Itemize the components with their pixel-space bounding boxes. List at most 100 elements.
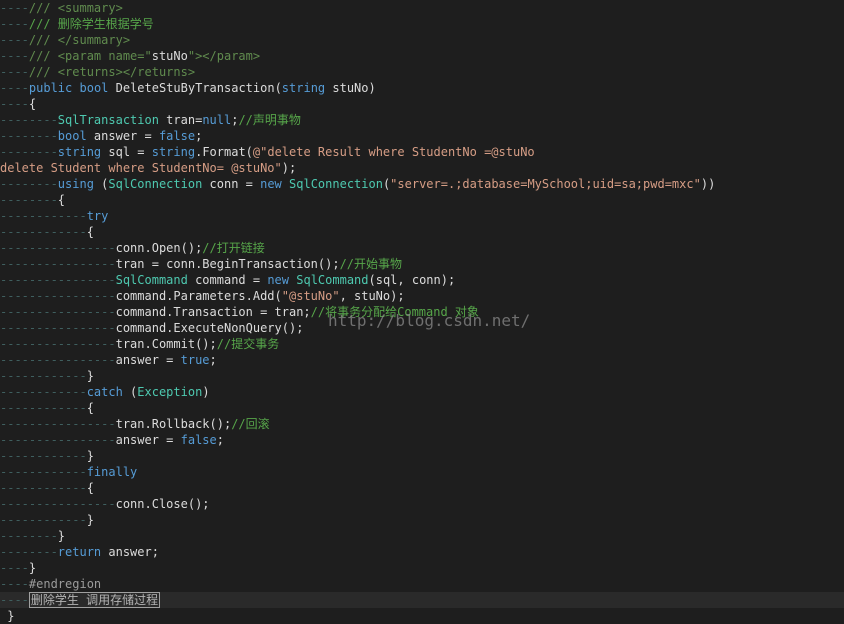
code-token: "server=.;database=MySchool;uid=sa;pwd=m… xyxy=(390,177,701,191)
indent-guide: ---------------- xyxy=(0,257,116,271)
code-token: , stuNo); xyxy=(339,289,405,303)
code-line[interactable]: ----/// <returns></returns> xyxy=(0,64,844,80)
code-line[interactable]: --------string sql = string.Format(@"del… xyxy=(0,144,844,160)
code-token: tran = conn.BeginTransaction(); xyxy=(115,257,340,271)
code-token: public xyxy=(28,81,73,95)
code-token: delete Student where StudentNo= @stuNo" xyxy=(0,161,282,175)
indent-guide: ---------------- xyxy=(0,305,116,319)
code-line[interactable]: ----------------command.Parameters.Add("… xyxy=(0,288,844,304)
code-token: ); xyxy=(281,161,297,175)
indent-guide: -------- xyxy=(0,545,58,559)
code-line[interactable]: --------return answer; xyxy=(0,544,844,560)
code-line[interactable]: ----/// <summary> xyxy=(0,0,844,16)
code-token: //声明事物 xyxy=(238,113,301,127)
indent-guide: ---- xyxy=(0,593,29,607)
indent-guide: ---------------- xyxy=(0,433,116,447)
code-line[interactable]: ----------------conn.Open();//打开链接 xyxy=(0,240,844,256)
indent-guide: -------- xyxy=(0,193,58,207)
code-token: SqlTransaction xyxy=(57,113,159,127)
code-line[interactable]: --------bool answer = false; xyxy=(0,128,844,144)
code-line[interactable]: ------------catch (Exception) xyxy=(0,384,844,400)
code-token: finally xyxy=(86,465,138,479)
code-line[interactable]: ------------{ xyxy=(0,224,844,240)
indent-guide: ---------------- xyxy=(0,273,116,287)
indent-guide: ---------------- xyxy=(0,241,116,255)
code-line[interactable]: ------------} xyxy=(0,448,844,464)
code-line[interactable]: ----------------SqlCommand command = new… xyxy=(0,272,844,288)
code-token: return xyxy=(57,545,102,559)
code-line[interactable]: ----{ xyxy=(0,96,844,112)
indent-guide: ---- xyxy=(0,81,29,95)
code-token: //打开链接 xyxy=(202,241,265,255)
code-token: //提交事务 xyxy=(216,337,280,351)
code-token: ( xyxy=(122,385,138,399)
code-token: catch xyxy=(86,385,123,399)
code-line[interactable]: ----#endregion xyxy=(0,576,844,592)
code-line[interactable]: ----------------answer = false; xyxy=(0,432,844,448)
code-line[interactable]: ------------} xyxy=(0,512,844,528)
code-token: } xyxy=(0,609,15,623)
code-token: command.ExecuteNonQuery(); xyxy=(115,321,304,335)
code-token: //回滚 xyxy=(231,417,270,431)
code-token: bool xyxy=(79,81,109,95)
code-token: answer = xyxy=(115,353,181,367)
code-line[interactable]: ----} xyxy=(0,560,844,576)
code-line[interactable]: --------SqlTransaction tran=null;//声明事物 xyxy=(0,112,844,128)
code-line[interactable]: ------------} xyxy=(0,368,844,384)
code-line[interactable]: --------{ xyxy=(0,192,844,208)
code-token: /// <param name=" xyxy=(28,49,152,63)
code-token: { xyxy=(86,481,94,495)
indent-guide: ---- xyxy=(0,49,29,63)
code-line[interactable]: ---- 删除学生 调用存储过程 xyxy=(0,592,844,608)
code-token: ) xyxy=(202,385,210,399)
code-token: new xyxy=(267,273,290,287)
code-token: command.Parameters.Add( xyxy=(115,289,282,303)
indent-guide: ---- xyxy=(0,65,29,79)
code-line[interactable]: ------------try xyxy=(0,208,844,224)
code-line[interactable]: ----------------tran.Commit();//提交事务 xyxy=(0,336,844,352)
code-token: } xyxy=(28,561,37,575)
indent-guide: ---------------- xyxy=(0,417,116,431)
indent-guide: ------------ xyxy=(0,513,87,527)
code-line[interactable]: ----------------conn.Close(); xyxy=(0,496,844,512)
code-editor[interactable]: ----/// <summary> ----/// 删除学生根据学号 ----///… xyxy=(0,0,844,623)
indent-guide: ------------ xyxy=(0,385,87,399)
code-line[interactable]: ------------{ xyxy=(0,480,844,496)
indent-guide: ---------------- xyxy=(0,497,116,511)
code-line[interactable]: delete Student where StudentNo= @stuNo")… xyxy=(0,160,844,176)
code-line[interactable]: --------} xyxy=(0,528,844,544)
code-line[interactable]: ----public bool DeleteStuByTransaction(s… xyxy=(0,80,844,96)
code-line[interactable]: ----------------tran.Rollback();//回滚 xyxy=(0,416,844,432)
code-token: DeleteStuByTransaction( xyxy=(108,81,282,95)
code-token: answer; xyxy=(101,545,159,559)
code-token: string xyxy=(281,81,326,95)
code-token: tran.Commit(); xyxy=(115,337,217,351)
code-token: string xyxy=(57,145,102,159)
code-token: SqlConnection xyxy=(108,177,203,191)
code-line[interactable]: ----/// 删除学生根据学号 xyxy=(0,16,844,32)
code-line[interactable]: ------------{ xyxy=(0,400,844,416)
code-line[interactable]: ----/// <param name="stuNo"></param> xyxy=(0,48,844,64)
code-line[interactable]: } xyxy=(0,608,844,624)
code-line[interactable]: ----/// </summary> xyxy=(0,32,844,48)
indent-guide: -------- xyxy=(0,129,58,143)
indent-guide: -------- xyxy=(0,529,58,543)
code-token: sql = xyxy=(101,145,152,159)
code-line[interactable]: ----------------tran = conn.BeginTransac… xyxy=(0,256,844,272)
indent-guide: ------------ xyxy=(0,225,87,239)
code-line[interactable]: --------using (SqlConnection conn = new … xyxy=(0,176,844,192)
code-token: /// </summary> xyxy=(28,33,131,47)
code-token: conn.Open(); xyxy=(115,241,203,255)
indent-guide: ---- xyxy=(0,1,29,15)
indent-guide: ---------------- xyxy=(0,353,116,367)
indent-guide: -------- xyxy=(0,145,58,159)
code-token: using xyxy=(57,177,94,191)
code-token: ( xyxy=(93,177,109,191)
code-token: #endregion xyxy=(28,577,102,591)
indent-guide: ------------ xyxy=(0,449,87,463)
code-line[interactable]: ----------------answer = true; xyxy=(0,352,844,368)
code-token: new xyxy=(260,177,282,191)
code-line[interactable]: ------------finally xyxy=(0,464,844,480)
indent-guide: ---------------- xyxy=(0,321,116,335)
code-token: false xyxy=(180,433,217,447)
